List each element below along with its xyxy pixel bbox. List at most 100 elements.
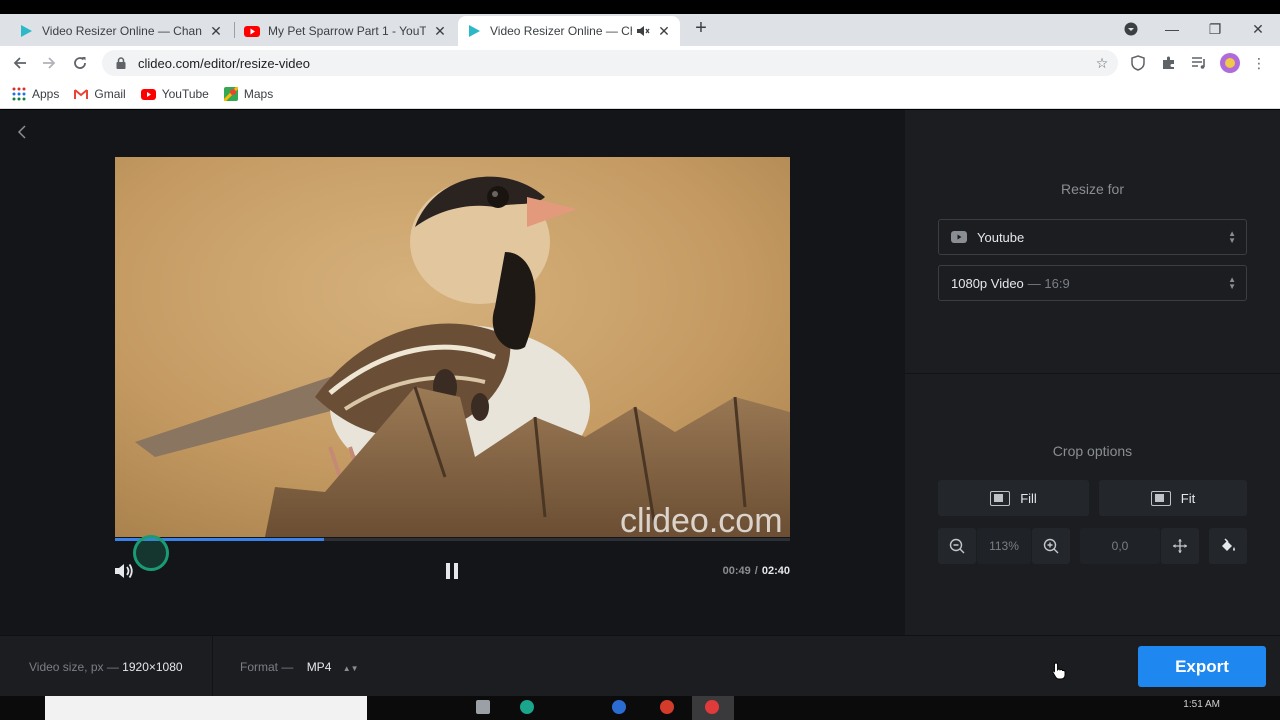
- youtube-icon: [951, 231, 967, 243]
- youtube-icon: [244, 26, 260, 37]
- zoom-percent: 113%: [989, 539, 1019, 553]
- video-preview[interactable]: clideo.com: [115, 157, 790, 537]
- volume-icon[interactable]: [113, 561, 135, 581]
- back-icon[interactable]: [9, 52, 31, 74]
- format-label: Format —: [240, 660, 294, 674]
- fit-icon: [1150, 490, 1171, 506]
- export-button[interactable]: Export: [1138, 646, 1266, 687]
- zoom-in-icon: [1043, 538, 1059, 554]
- platform-select[interactable]: Youtube ▲ ▼: [938, 219, 1247, 255]
- bookmark-apps[interactable]: Apps: [12, 87, 59, 101]
- preset-ratio: — 16:9: [1027, 275, 1070, 291]
- window-close-icon[interactable]: ✕: [1238, 14, 1278, 44]
- bottom-divider: [212, 636, 213, 697]
- bookmark-gmail[interactable]: Gmail: [74, 87, 126, 101]
- maps-icon: [223, 87, 238, 101]
- reload-icon[interactable]: [69, 52, 91, 74]
- background-color-button[interactable]: [1209, 528, 1247, 564]
- bookmark-label: Apps: [32, 87, 60, 101]
- current-time: 00:49: [722, 565, 751, 577]
- preset-select[interactable]: 1080p Video — 16:9 ▲ ▼: [938, 265, 1247, 301]
- fit-label: Fit: [1180, 490, 1196, 506]
- playback-progress-bar[interactable]: [115, 538, 790, 541]
- format-value: MP4: [306, 660, 332, 674]
- tab-my-pet-sparrow[interactable]: My Pet Sparrow Part 1 - YouTube ✕: [236, 16, 456, 46]
- tab-video-resizer-1[interactable]: Video Resizer Online — Change ✕: [10, 16, 232, 46]
- new-tab-button[interactable]: +: [690, 17, 712, 39]
- zoom-value: 113%: [977, 528, 1031, 564]
- lock-icon: [116, 57, 126, 69]
- fit-button[interactable]: Fit: [1099, 480, 1247, 516]
- speaker-muted-icon[interactable]: [636, 24, 650, 38]
- browser-toolbar: clideo.com/editor/resize-video ☆ ⋮: [0, 46, 1280, 80]
- resize-editor: clideo.com 00:49/02:40 Resize for Youtub…: [0, 110, 1280, 697]
- watermark-text: clideo.com: [620, 502, 783, 537]
- gmail-icon: [74, 88, 89, 99]
- puzzle-extensions-icon[interactable]: [1159, 53, 1179, 73]
- zoom-out-icon: [949, 538, 965, 554]
- shield-extension-icon[interactable]: [1128, 53, 1148, 73]
- fill-label: Fill: [1020, 490, 1037, 506]
- close-icon[interactable]: ✕: [208, 23, 224, 39]
- minimize-icon[interactable]: —: [1152, 14, 1192, 44]
- position-coords: 0,0: [1111, 539, 1129, 553]
- format-selector[interactable]: Format — MP4 ▲▼: [240, 660, 359, 674]
- taskbar-app-icon[interactable]: [612, 700, 626, 714]
- move-button[interactable]: [1161, 528, 1199, 564]
- taskbar-app-icon[interactable]: [660, 700, 674, 714]
- panel-divider: [905, 373, 1280, 374]
- restore-icon[interactable]: ❐: [1195, 14, 1235, 44]
- more-menu-icon[interactable]: ⋮: [1249, 53, 1269, 73]
- youtube-icon: [140, 88, 156, 100]
- profile-dropdown-icon[interactable]: [1111, 14, 1151, 44]
- time-separator: /: [754, 565, 758, 577]
- settings-panel: Resize for Youtube ▲ ▼ 1080p Video — 16:9…: [905, 110, 1280, 635]
- resize-for-heading: Resize for: [1060, 181, 1125, 197]
- taskbar-app-icon[interactable]: [520, 700, 534, 714]
- taskview-icon[interactable]: [476, 700, 490, 714]
- export-label: Export: [1175, 656, 1229, 676]
- fill-button[interactable]: Fill: [938, 480, 1089, 516]
- clideo-play-icon: [469, 25, 480, 37]
- close-icon[interactable]: ✕: [432, 23, 448, 39]
- back-arrow-icon[interactable]: [14, 124, 30, 140]
- zoom-in-button[interactable]: [1032, 528, 1070, 564]
- screen-top-edge: [0, 0, 1280, 14]
- os-taskbar: 1:51 AM: [0, 696, 1280, 720]
- bookmark-youtube[interactable]: YouTube: [140, 87, 209, 101]
- cursor-highlight: [133, 535, 169, 571]
- format-arrows-icon: ▲▼: [342, 664, 359, 673]
- bookmark-maps[interactable]: Maps: [223, 87, 274, 101]
- tab-title: Video Resizer Online — Change: [42, 24, 202, 38]
- taskbar-search-box[interactable]: [45, 696, 367, 720]
- bookmark-label: Maps: [243, 87, 274, 101]
- forward-icon[interactable]: [38, 52, 60, 74]
- profile-avatar[interactable]: [1220, 53, 1240, 73]
- tab-title: My Pet Sparrow Part 1 - YouTube: [268, 24, 426, 38]
- crop-options-heading: Crop options: [1052, 443, 1133, 459]
- fill-icon: [990, 490, 1011, 506]
- tab-strip: Video Resizer Online — Change ✕ My Pet S…: [0, 14, 1280, 46]
- select-arrows-icon: ▲ ▼: [1228, 229, 1236, 245]
- select-arrows-icon: ▲ ▼: [1228, 275, 1236, 291]
- position-value: 0,0: [1080, 528, 1160, 564]
- tab-video-resizer-active[interactable]: Video Resizer Online — Chan ✕: [458, 16, 680, 46]
- chrome-taskbar-icon[interactable]: [705, 700, 719, 714]
- bottom-settings-bar: Video size, px — 1920×1080 Format — MP4 …: [0, 635, 1280, 697]
- zoom-out-button[interactable]: [938, 528, 976, 564]
- taskbar-clock: 1:51 AM: [1183, 699, 1220, 710]
- close-icon[interactable]: ✕: [656, 23, 672, 39]
- hand-cursor-icon: [1052, 662, 1066, 680]
- address-bar[interactable]: clideo.com/editor/resize-video: [102, 50, 1118, 76]
- move-arrows-icon: [1173, 539, 1187, 553]
- bookmark-star-icon[interactable]: ☆: [1092, 53, 1112, 73]
- sparrow-video-frame: clideo.com: [115, 157, 790, 537]
- pause-icon[interactable]: [443, 561, 461, 581]
- paint-bucket-icon: [1222, 538, 1235, 551]
- media-queue-icon[interactable]: [1189, 53, 1209, 73]
- video-size-value: 1920×1080: [122, 660, 183, 674]
- clideo-play-icon: [21, 25, 32, 37]
- bookmarks-bar: Apps Gmail YouTube Maps: [0, 80, 1280, 109]
- video-size-label: Video size, px —: [29, 660, 119, 674]
- bookmark-label: YouTube: [161, 87, 209, 101]
